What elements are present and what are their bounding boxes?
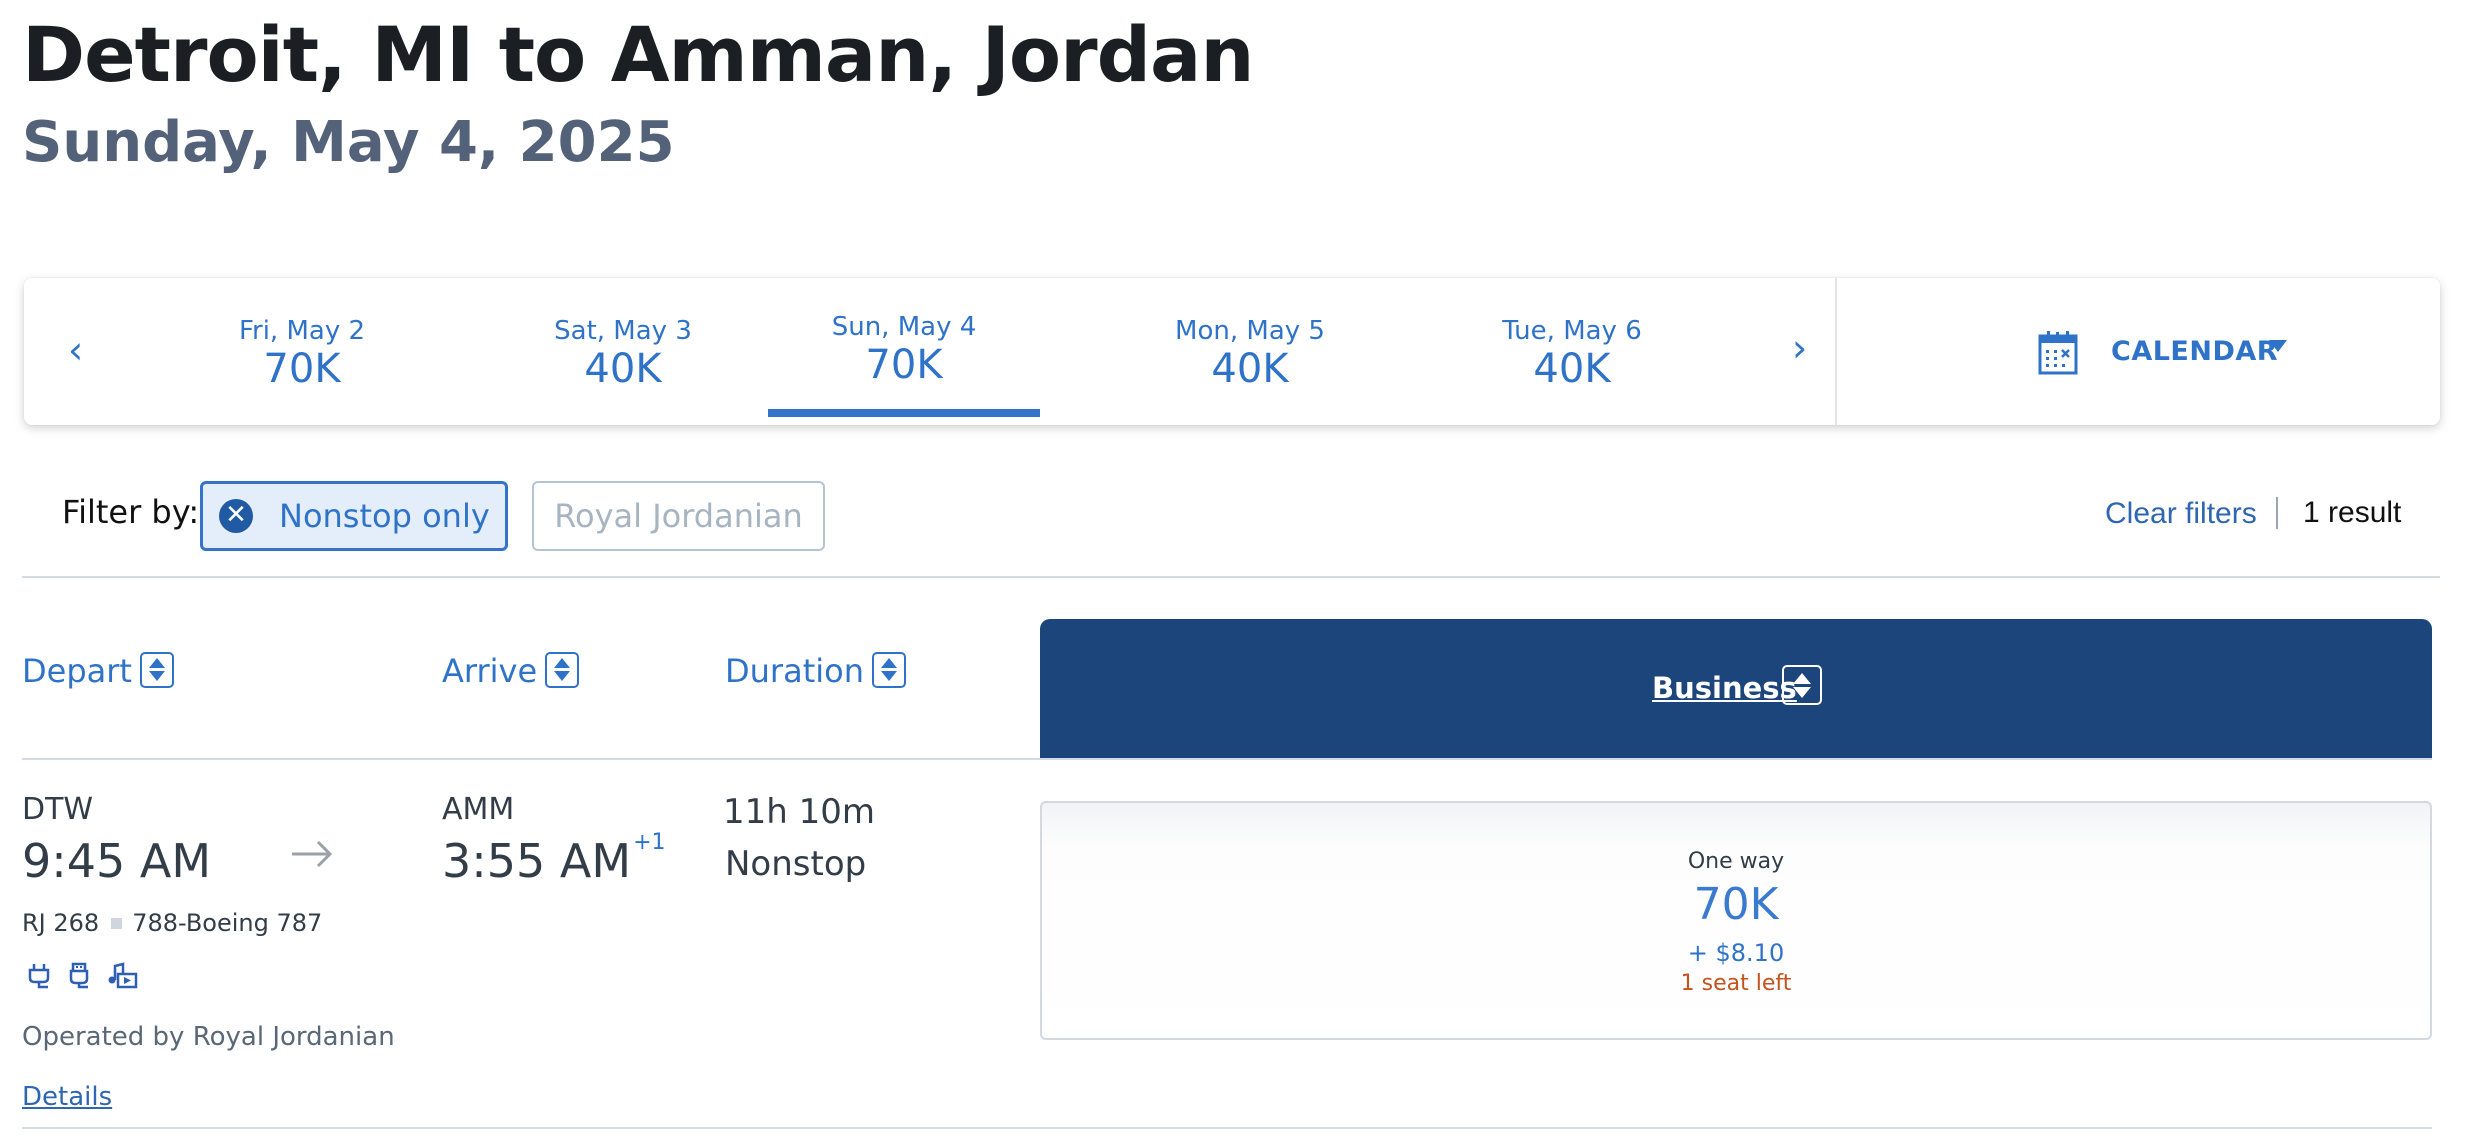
fare-taxes: + $8.10 (1687, 939, 1785, 967)
date-price: 40K (1211, 346, 1289, 392)
usb-icon (69, 962, 89, 989)
date-option-fri-may-2[interactable]: Fri, May 2 70K (166, 278, 438, 425)
origin-airport: DTW (22, 792, 94, 827)
flight-info: RJ 268 788-Boeing 787 (22, 909, 322, 937)
date-price: 40K (1533, 346, 1611, 392)
date-price: 40K (584, 346, 662, 392)
arrive-time: 3:55 AM (442, 834, 632, 888)
filter-divider (22, 576, 2440, 578)
duration-header-label: Duration (725, 652, 864, 690)
divider (2276, 497, 2278, 529)
date-option-sun-may-4[interactable]: Sun, May 4 70K (768, 278, 1040, 425)
filter-by-label: Filter by: (62, 493, 200, 531)
date-option-sat-may-3[interactable]: Sat, May 3 40K (487, 278, 759, 425)
date-option-mon-may-5[interactable]: Mon, May 5 40K (1114, 278, 1386, 425)
sort-arrive[interactable]: Arrive (442, 652, 580, 690)
sort-icon (139, 652, 174, 688)
date-strip: ‹ Fri, May 2 70K Sat, May 3 40K Sun, May… (24, 278, 2440, 425)
sort-icon (871, 652, 906, 688)
clear-filters-link[interactable]: Clear filters (2105, 497, 2257, 531)
cabin-header-label: Business (1652, 671, 1797, 705)
details-link[interactable]: Details (22, 1082, 112, 1112)
close-icon[interactable]: ✕ (219, 499, 253, 533)
sort-duration[interactable]: Duration (725, 652, 906, 690)
flight-duration: 11h 10m (723, 792, 876, 832)
date-label: Sat, May 3 (554, 316, 692, 346)
depart-header-label: Depart (22, 652, 132, 690)
caret-down-icon (2269, 340, 2287, 352)
sort-icon (1782, 665, 1822, 705)
selected-date-indicator (768, 409, 1040, 417)
filter-chip-label: Nonstop only (279, 497, 490, 535)
date-label: Fri, May 2 (238, 316, 366, 346)
date-label: Sun, May 4 (831, 312, 977, 342)
result-count: 1 result (2303, 496, 2402, 529)
filter-chip-royal-jordanian[interactable]: Royal Jordanian (532, 481, 825, 551)
date-label: Mon, May 5 (1175, 316, 1325, 346)
arrive-header-label: Arrive (442, 652, 538, 690)
fare-type: One way (1687, 849, 1785, 874)
arrive-time-wrap: 3:55 AM+1 (442, 830, 666, 888)
power-outlet-icon (28, 964, 50, 989)
flight-stops: Nonstop (725, 844, 867, 884)
header-divider (22, 758, 2432, 760)
operated-by: Operated by Royal Jordanian (22, 1022, 395, 1052)
date-price: 70K (865, 342, 943, 388)
flight-number: RJ 268 (22, 909, 100, 937)
day-offset: +1 (633, 830, 666, 855)
row-divider (22, 1127, 2432, 1129)
sort-depart[interactable]: Depart (22, 652, 174, 690)
chevron-left-icon[interactable]: ‹ (68, 328, 83, 372)
arrow-right-icon (292, 840, 333, 868)
fare-miles: 70K (1693, 879, 1779, 930)
filter-chip-label: Royal Jordanian (554, 497, 803, 535)
sort-icon (545, 652, 580, 688)
cabin-header-business[interactable]: Business (1040, 619, 2432, 758)
entertainment-icon (108, 962, 138, 989)
separator-square (111, 917, 123, 929)
seats-left: 1 seat left (1680, 971, 1792, 996)
date-label: Tue, May 6 (1502, 316, 1642, 346)
chevron-right-icon[interactable]: › (1792, 326, 1807, 370)
depart-time: 9:45 AM (22, 834, 212, 888)
date-option-tue-may-6[interactable]: Tue, May 6 40K (1436, 278, 1708, 425)
filter-chip-nonstop[interactable]: ✕ Nonstop only (200, 481, 508, 551)
calendar-icon (2038, 331, 2078, 375)
travel-date: Sunday, May 4, 2025 (22, 110, 675, 175)
fare-option-business[interactable]: One way 70K + $8.10 1 seat left (1040, 801, 2432, 1040)
aircraft-type: 788-Boeing 787 (132, 909, 323, 937)
page-title: Detroit, MI to Amman, Jordan (22, 10, 1254, 99)
date-price: 70K (263, 346, 341, 392)
calendar-label: CALENDAR (2111, 336, 2279, 367)
calendar-button[interactable]: CALENDAR (1837, 278, 2440, 425)
destination-airport: AMM (442, 792, 515, 827)
